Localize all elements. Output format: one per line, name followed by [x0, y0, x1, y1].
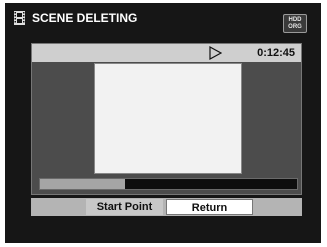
hdd-org-badge: HDD ORG	[283, 14, 307, 33]
badge-line-hdd: HDD	[288, 17, 302, 23]
badge-line-org: ORG	[288, 24, 302, 30]
progress-fill	[40, 179, 125, 189]
action-bar: Start Point Return	[31, 198, 302, 216]
progress-bar[interactable]	[39, 178, 298, 190]
screen-title: SCENE DELETING	[32, 11, 138, 25]
film-strip-icon	[14, 11, 25, 25]
play-outline-icon	[209, 46, 222, 60]
playback-status-bar: 0:12:45	[32, 44, 301, 62]
start-point-button[interactable]: Start Point	[86, 199, 163, 215]
timecode: 0:12:45	[257, 47, 295, 59]
title-bar: SCENE DELETING HDD ORG	[5, 3, 321, 35]
playback-panel: 0:12:45	[31, 43, 302, 195]
return-button[interactable]: Return	[166, 199, 253, 215]
osd-screen: SCENE DELETING HDD ORG 0:12:45 Start Poi…	[5, 3, 321, 243]
video-preview	[94, 63, 242, 174]
